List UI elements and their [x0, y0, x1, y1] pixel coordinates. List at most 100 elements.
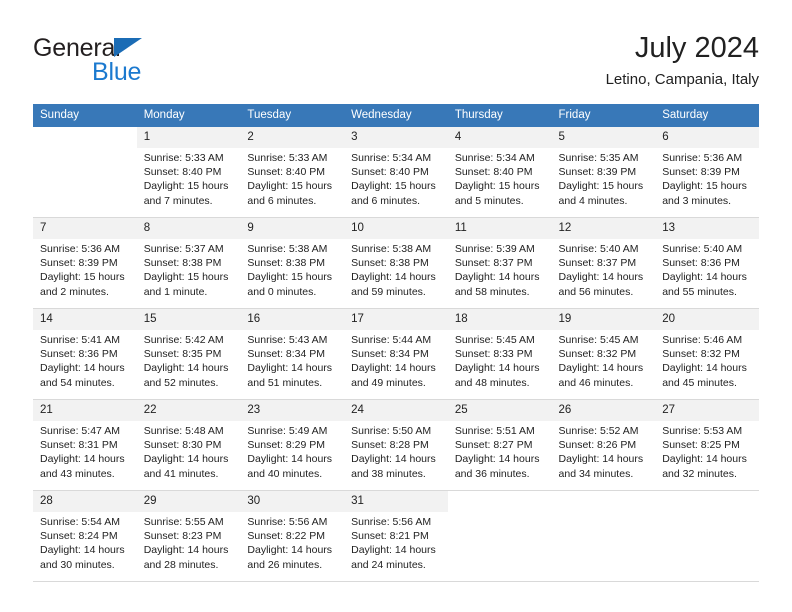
sunrise-text: Sunrise: 5:34 AM [454, 152, 535, 164]
calendar-day-cell[interactable]: 21 Sunrise: 5:47 AM Sunset: 8:31 PM Dayligh… [33, 400, 137, 490]
day-details: Sunrise: 5:34 AM Sunset: 8:40 PM Daylight:… [448, 148, 552, 208]
calendar-cell: 25 Sunrise: 5:51 AM Sunset: 8:27 PM Dayligh… [447, 399, 552, 491]
calendar-cell: 24 Sunrise: 5:50 AM Sunset: 8:28 PM Dayligh… [344, 399, 448, 491]
daylight-text: Daylight: 15 hours [143, 271, 229, 284]
daylight-text: Daylight: 15 hours [40, 271, 125, 284]
calendar-day-cell[interactable]: 28 Sunrise: 5:54 AM Sunset: 8:24 PM Dayligh… [33, 491, 137, 581]
day-details: Sunrise: 5:56 AM Sunset: 8:21 PM Daylight:… [344, 512, 448, 572]
sunrise-text: Sunrise: 5:46 AM [662, 334, 743, 346]
sunset-text: Sunset: 8:29 PM [247, 439, 326, 452]
daylight-text: and 59 minutes. [351, 285, 426, 298]
daylight-text: and 1 minute. [143, 285, 208, 298]
calendar-cell [447, 490, 552, 582]
daylight-text: and 5 minutes. [454, 194, 524, 207]
calendar-cell: 30 Sunrise: 5:56 AM Sunset: 8:22 PM Dayligh… [240, 490, 345, 582]
daylight-text: and 32 minutes. [662, 467, 737, 480]
calendar-cell: 4 Sunrise: 5:34 AM Sunset: 8:40 PM Daylight… [447, 127, 552, 218]
calendar-day-cell[interactable]: 29 Sunrise: 5:55 AM Sunset: 8:23 PM Dayligh… [136, 491, 241, 581]
calendar-day-cell[interactable]: 9 Sunrise: 5:38 AM Sunset: 8:38 PM Daylight… [240, 218, 345, 308]
calendar-day-cell[interactable]: 23 Sunrise: 5:49 AM Sunset: 8:29 PM Dayligh… [240, 400, 345, 490]
calendar-day-cell[interactable]: 14 Sunrise: 5:41 AM Sunset: 8:36 PM Dayligh… [33, 309, 137, 399]
day-number: 22 [136, 400, 241, 421]
calendar-day-cell[interactable]: 19 Sunrise: 5:45 AM Sunset: 8:32 PM Dayligh… [551, 309, 656, 399]
calendar-cell: 10 Sunrise: 5:38 AM Sunset: 8:38 PM Dayligh… [344, 217, 448, 309]
calendar-day-cell[interactable]: 5 Sunrise: 5:35 AM Sunset: 8:39 PM Daylight… [551, 127, 656, 217]
calendar-day-cell[interactable]: 3 Sunrise: 5:34 AM Sunset: 8:40 PM Daylight… [344, 127, 448, 217]
calendar-day-cell[interactable]: 4 Sunrise: 5:34 AM Sunset: 8:40 PM Daylight… [447, 127, 552, 217]
general-blue-logo[interactable]: General Blue [33, 34, 263, 94]
calendar-cell: 14 Sunrise: 5:41 AM Sunset: 8:36 PM Dayligh… [33, 308, 137, 400]
sunrise-text: Sunrise: 5:40 AM [662, 243, 743, 255]
day-details [552, 512, 656, 515]
day-number: 23 [240, 400, 345, 421]
sunrise-text: Sunrise: 5:34 AM [351, 152, 432, 164]
day-details: Sunrise: 5:45 AM Sunset: 8:32 PM Daylight:… [552, 330, 656, 390]
sunset-text: Sunset: 8:38 PM [351, 257, 429, 270]
page-header: General Blue July 2024 Letino, Campania,… [33, 30, 759, 98]
calendar-cell: 16 Sunrise: 5:43 AM Sunset: 8:34 PM Dayligh… [240, 308, 345, 400]
day-details: Sunrise: 5:33 AM Sunset: 8:40 PM Daylight:… [137, 148, 241, 208]
calendar-cell: 31 Sunrise: 5:56 AM Sunset: 8:21 PM Dayligh… [344, 490, 448, 582]
calendar-day-cell[interactable]: 2 Sunrise: 5:33 AM Sunset: 8:40 PM Daylight… [240, 127, 345, 217]
sunset-text: Sunset: 8:38 PM [247, 257, 326, 270]
calendar-day-cell[interactable]: 26 Sunrise: 5:52 AM Sunset: 8:26 PM Dayligh… [551, 400, 656, 490]
day-number: 7 [33, 218, 137, 239]
day-number: 29 [136, 491, 241, 512]
calendar-day-cell[interactable]: 20 Sunrise: 5:46 AM Sunset: 8:32 PM Dayligh… [655, 309, 759, 399]
day-number: 27 [655, 400, 759, 421]
calendar-day-cell[interactable]: 22 Sunrise: 5:48 AM Sunset: 8:30 PM Dayligh… [136, 400, 241, 490]
day-details: Sunrise: 5:41 AM Sunset: 8:36 PM Daylight:… [33, 330, 137, 390]
calendar-day-cell[interactable]: 24 Sunrise: 5:50 AM Sunset: 8:28 PM Dayligh… [344, 400, 448, 490]
daylight-text: and 0 minutes. [247, 285, 317, 298]
calendar-day-cell[interactable]: 10 Sunrise: 5:38 AM Sunset: 8:38 PM Dayligh… [344, 218, 448, 308]
calendar-day-cell[interactable]: 13 Sunrise: 5:40 AM Sunset: 8:36 PM Dayligh… [655, 218, 759, 308]
sunset-text: Sunset: 8:36 PM [40, 348, 118, 361]
day-number: 10 [344, 218, 448, 239]
day-number: 26 [551, 400, 656, 421]
day-details: Sunrise: 5:53 AM Sunset: 8:25 PM Daylight:… [655, 421, 759, 481]
day-details: Sunrise: 5:40 AM Sunset: 8:36 PM Daylight:… [655, 239, 759, 299]
calendar-day-cell[interactable]: 12 Sunrise: 5:40 AM Sunset: 8:37 PM Dayligh… [551, 218, 656, 308]
calendar-cell: 5 Sunrise: 5:35 AM Sunset: 8:39 PM Daylight… [551, 127, 656, 218]
sunset-text: Sunset: 8:26 PM [558, 439, 637, 452]
daylight-text: Daylight: 14 hours [40, 453, 125, 466]
sunrise-text: Sunrise: 5:42 AM [143, 334, 224, 346]
day-details: Sunrise: 5:48 AM Sunset: 8:30 PM Daylight:… [137, 421, 241, 481]
day-details: Sunrise: 5:34 AM Sunset: 8:40 PM Daylight:… [344, 148, 448, 208]
daylight-text: Daylight: 14 hours [662, 362, 747, 375]
calendar-day-cell[interactable]: 16 Sunrise: 5:43 AM Sunset: 8:34 PM Dayligh… [240, 309, 345, 399]
sunrise-text: Sunrise: 5:56 AM [247, 516, 328, 528]
calendar-day-cell[interactable]: 1 Sunrise: 5:33 AM Sunset: 8:40 PM Daylight… [136, 127, 241, 217]
weekday-header-thursday: Thursday [447, 104, 552, 127]
calendar-page: General Blue July 2024 Letino, Campania,… [0, 0, 792, 612]
calendar-day-cell[interactable]: 17 Sunrise: 5:44 AM Sunset: 8:34 PM Dayligh… [344, 309, 448, 399]
calendar-day-cell[interactable]: 15 Sunrise: 5:42 AM Sunset: 8:35 PM Dayligh… [136, 309, 241, 399]
calendar-day-cell[interactable]: 18 Sunrise: 5:45 AM Sunset: 8:33 PM Dayligh… [447, 309, 552, 399]
calendar-cell: 26 Sunrise: 5:52 AM Sunset: 8:26 PM Dayligh… [551, 399, 656, 491]
day-number: 9 [240, 218, 345, 239]
day-details: Sunrise: 5:38 AM Sunset: 8:38 PM Daylight:… [240, 239, 344, 299]
day-details: Sunrise: 5:56 AM Sunset: 8:22 PM Daylight:… [240, 512, 344, 572]
daylight-text: and 2 minutes. [40, 285, 109, 298]
calendar-cell: 13 Sunrise: 5:40 AM Sunset: 8:36 PM Dayligh… [655, 217, 759, 309]
daylight-text: and 36 minutes. [454, 467, 530, 480]
calendar-day-cell[interactable]: 7 Sunrise: 5:36 AM Sunset: 8:39 PM Daylight… [33, 218, 137, 308]
daylight-text: Daylight: 14 hours [143, 544, 229, 557]
calendar-day-cell[interactable]: 31 Sunrise: 5:56 AM Sunset: 8:21 PM Dayligh… [344, 491, 448, 581]
calendar-day-cell[interactable]: 25 Sunrise: 5:51 AM Sunset: 8:27 PM Dayligh… [447, 400, 552, 490]
calendar-day-cell[interactable]: 8 Sunrise: 5:37 AM Sunset: 8:38 PM Daylight… [136, 218, 241, 308]
daylight-text: Daylight: 14 hours [40, 544, 125, 557]
day-number: 31 [344, 491, 448, 512]
calendar-day-cell[interactable]: 27 Sunrise: 5:53 AM Sunset: 8:25 PM Dayligh… [655, 400, 759, 490]
weekday-header-saturday: Saturday [655, 104, 759, 127]
daylight-text: Daylight: 15 hours [454, 180, 540, 193]
calendar-cell: 11 Sunrise: 5:39 AM Sunset: 8:37 PM Dayligh… [447, 217, 552, 309]
weekday-header-sunday: Sunday [33, 104, 137, 127]
sunrise-text: Sunrise: 5:45 AM [558, 334, 639, 346]
day-details: Sunrise: 5:44 AM Sunset: 8:34 PM Daylight:… [344, 330, 448, 390]
calendar-day-cell[interactable]: 30 Sunrise: 5:56 AM Sunset: 8:22 PM Dayligh… [240, 491, 345, 581]
calendar-week-row: 21 Sunrise: 5:47 AM Sunset: 8:31 PM Dayligh… [33, 399, 759, 491]
calendar-day-cell[interactable]: 11 Sunrise: 5:39 AM Sunset: 8:37 PM Dayligh… [447, 218, 552, 308]
calendar-day-cell[interactable]: 6 Sunrise: 5:36 AM Sunset: 8:39 PM Daylight… [655, 127, 759, 217]
sunrise-text: Sunrise: 5:39 AM [454, 243, 535, 255]
